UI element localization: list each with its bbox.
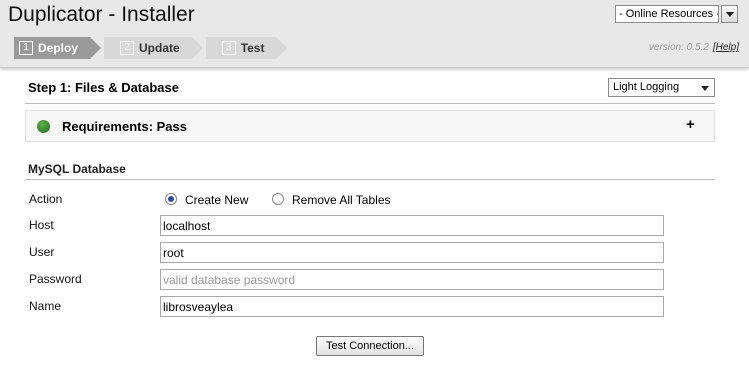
user-input[interactable]	[160, 242, 664, 263]
step-number: 2	[120, 41, 135, 55]
status-ok-icon	[37, 120, 50, 133]
help-link[interactable]: [Help]	[713, 42, 739, 53]
step-progress-bar: 1 Deploy 2 Update 3 Test	[14, 37, 290, 59]
expand-toggle[interactable]: +	[686, 116, 695, 133]
radio-create-new[interactable]	[165, 193, 177, 205]
radio-remove-all-tables[interactable]	[272, 193, 284, 205]
radio-remove-all-tables-label[interactable]: Remove All Tables	[292, 193, 391, 207]
host-label: Host	[29, 218, 54, 232]
mysql-section-title: MySQL Database	[28, 162, 126, 176]
version-text: version: 0.5.2	[648, 42, 709, 53]
user-label: User	[29, 245, 55, 259]
online-resources-dropdown[interactable]: - Online Resources -	[615, 5, 739, 23]
chevron-down-icon[interactable]	[721, 5, 738, 23]
host-input[interactable]	[160, 215, 664, 236]
divider	[25, 103, 715, 104]
name-label: Name	[29, 299, 62, 313]
version-info: version: 0.5.2 [Help]	[649, 42, 739, 53]
logging-select[interactable]: Light Logging	[608, 78, 715, 97]
step-update: 2 Update	[104, 37, 203, 59]
step-label: Test	[240, 41, 265, 55]
step-number: 1	[19, 41, 33, 55]
requirements-panel[interactable]: Requirements: Pass +	[25, 110, 715, 142]
requirements-label: Requirements: Pass	[62, 119, 187, 134]
action-label: Action	[29, 192, 63, 206]
step-label: Deploy	[38, 41, 79, 55]
password-label: Password	[29, 272, 82, 286]
step-number: 3	[221, 41, 236, 55]
divider	[25, 179, 715, 180]
step-label: Update	[139, 41, 180, 55]
step-test: 3 Test	[205, 37, 288, 59]
step-title: Step 1: Files & Database	[28, 80, 179, 95]
installer-header: Duplicator - Installer - Online Resource…	[0, 0, 749, 68]
test-connection-button[interactable]: Test Connection...	[316, 336, 424, 356]
password-input[interactable]	[160, 269, 664, 290]
step-deploy: 1 Deploy	[14, 37, 102, 59]
radio-create-new-label[interactable]: Create New	[185, 193, 248, 207]
online-resources-label[interactable]: - Online Resources -	[615, 5, 719, 23]
database-name-input[interactable]	[160, 296, 664, 317]
app-title: Duplicator - Installer	[8, 3, 195, 26]
